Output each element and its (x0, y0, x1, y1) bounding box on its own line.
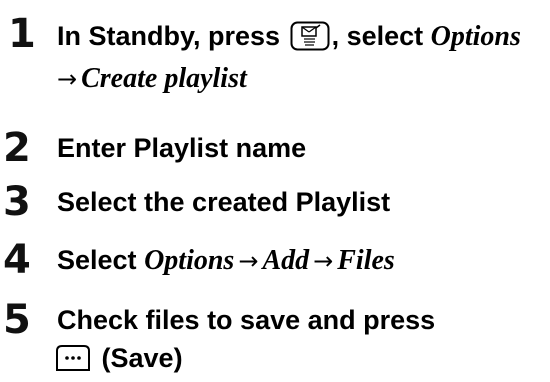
step-text: Enter Playlist name (57, 133, 307, 163)
step-number: 5 (3, 297, 31, 343)
step-text-line-1: In Standby, press , select Options (57, 18, 521, 55)
arrow-right-icon: → (238, 247, 259, 275)
step-option-text: Create playlist (81, 63, 247, 94)
step-text: In Standby, press (57, 21, 281, 51)
step-number: 4 (3, 237, 31, 283)
step-text: Select (57, 245, 137, 275)
step-option-text: Files (337, 245, 395, 276)
step-text: (Save) (101, 343, 183, 373)
step-option-text: Add (262, 245, 310, 276)
arrow-right-icon: → (313, 247, 334, 275)
step-text: Select the created Playlist (57, 187, 391, 217)
step-option-text: Options (144, 245, 235, 276)
step-number: 3 (3, 179, 31, 225)
mail-key-icon (290, 21, 330, 51)
step-text: , select (331, 21, 424, 51)
arrow-right-icon: → (57, 65, 78, 93)
step-text-line-2: → Create playlist (57, 60, 247, 97)
step-text: Check files to save and press (57, 305, 436, 335)
step-text-line: Select Options → Add → Files (57, 242, 395, 279)
step-number: 1 (8, 11, 36, 57)
softkey-menu-icon (54, 343, 92, 373)
step-number: 2 (3, 125, 31, 171)
step-text-line-2: (Save) (54, 340, 183, 376)
step-option-text: Options (430, 21, 521, 52)
